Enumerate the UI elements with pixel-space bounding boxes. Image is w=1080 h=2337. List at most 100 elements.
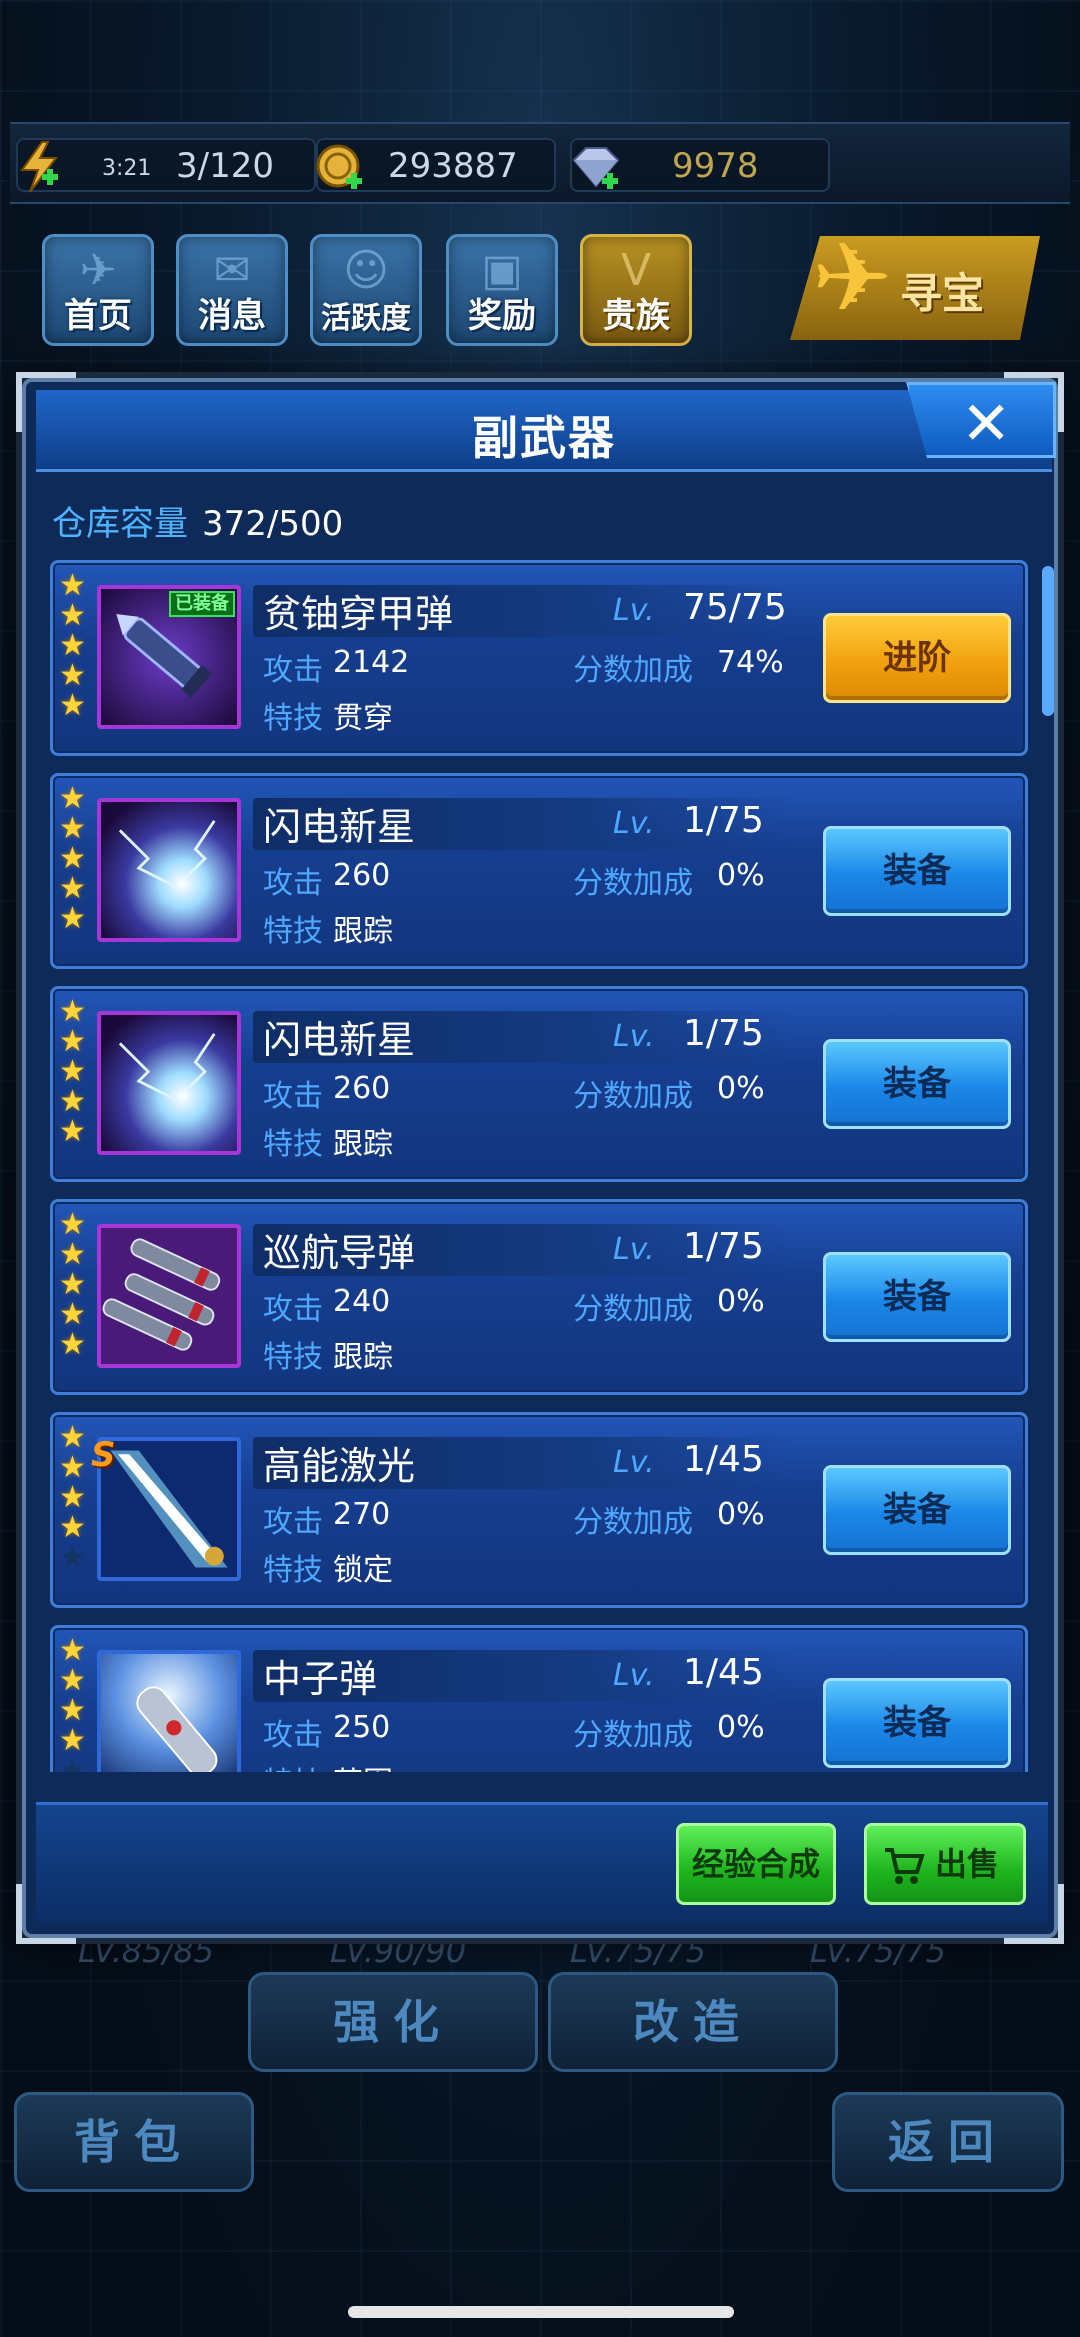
level-label: Lv. bbox=[613, 1232, 655, 1267]
modify-button[interactable]: 改造 bbox=[548, 1972, 838, 2072]
weapon-card[interactable]: ★ ★ ★ ★ ★ 已装备 贫铀穿甲弹 Lv. 75/75 攻击 2142 分数… bbox=[50, 560, 1028, 756]
bonus-label: 分数加成 bbox=[573, 1292, 693, 1327]
weapon-card[interactable]: ★ ★ ★ ★ ★ 巡航导弹 Lv. 1/75 攻击 240 分数加成 0% 特… bbox=[50, 1199, 1028, 1395]
attack-value: 2142 bbox=[333, 645, 410, 680]
bonus-value: 0% bbox=[717, 1284, 765, 1319]
star-icon: ★ bbox=[59, 1207, 86, 1242]
enhance-button[interactable]: 强化 bbox=[248, 1972, 538, 2072]
nav-home[interactable]: ✈ 首页 bbox=[42, 234, 154, 346]
bonus-value: 0% bbox=[717, 1710, 765, 1745]
weapon-level: 1/75 bbox=[683, 1226, 764, 1267]
equip-button[interactable]: 装备 bbox=[823, 1678, 1011, 1768]
bonus-label: 分数加成 bbox=[573, 1079, 693, 1114]
weapon-list: ★ ★ ★ ★ ★ 已装备 贫铀穿甲弹 Lv. 75/75 攻击 2142 分数… bbox=[50, 560, 1028, 1772]
attack-label: 攻击 bbox=[263, 1079, 323, 1114]
back-button[interactable]: 返回 bbox=[832, 2092, 1064, 2192]
star-icon: ★ bbox=[59, 841, 86, 876]
equip-label: 装备 bbox=[883, 1064, 951, 1104]
exp-merge-button[interactable]: 经验合成 bbox=[676, 1823, 836, 1905]
secondary-weapon-dialog: 副武器 ✕ 仓库容量 372/500 ★ ★ ★ ★ ★ 已装备 贫铀穿甲弹 L… bbox=[16, 372, 1064, 1944]
nav-vip[interactable]: V 贵族 bbox=[580, 234, 692, 346]
attack-label: 攻击 bbox=[263, 866, 323, 901]
attack-label: 攻击 bbox=[263, 1292, 323, 1327]
level-label: Lv. bbox=[613, 1019, 655, 1054]
weapon-name: 巡航导弹 bbox=[263, 1231, 416, 1275]
cart-icon bbox=[885, 1848, 925, 1884]
level-label: Lv. bbox=[613, 1445, 655, 1480]
nav-activity[interactable]: ☺ 活跃度 bbox=[310, 234, 422, 346]
weapon-card[interactable]: ★★★★★ 中子弹 Lv. 1/45 攻击 250 分数加成 0% 特技 bbox=[50, 1625, 1028, 1772]
jet-icon: ✈ bbox=[812, 222, 893, 334]
list-scrollbar[interactable] bbox=[1042, 566, 1054, 716]
backpack-button[interactable]: 背包 bbox=[14, 2092, 254, 2192]
modify-label: 改造 bbox=[633, 1995, 753, 2049]
face-badge-icon: ☺ bbox=[343, 245, 389, 296]
weapon-card[interactable]: ★ ★ ★ ★ ★ S 高能激光 Lv. 1/45 攻击 270 分数加成 0% 特技 … bbox=[50, 1412, 1028, 1608]
star-icon: ★ bbox=[59, 1663, 86, 1698]
star-icon: ★ bbox=[59, 1084, 86, 1119]
weapon-thumbnail: 已装备 bbox=[97, 585, 241, 729]
lightning-nova-icon bbox=[101, 1015, 237, 1151]
attack-value: 250 bbox=[333, 1710, 391, 1745]
nav-vip-label: 贵族 bbox=[602, 296, 670, 336]
nav-rewards[interactable]: ▣ 奖励 bbox=[446, 234, 558, 346]
equip-label: 装备 bbox=[883, 851, 951, 891]
coin-value: 293887 bbox=[388, 146, 518, 186]
skill-value: 贯穿 bbox=[333, 701, 393, 736]
star-icon: ★ bbox=[59, 1633, 86, 1668]
star-empty-icon: ★ bbox=[59, 1540, 86, 1575]
equip-label: 装备 bbox=[883, 1490, 951, 1530]
skill-value: 锁定 bbox=[333, 1553, 393, 1588]
equip-label: 装备 bbox=[883, 1277, 951, 1317]
sell-button[interactable]: 出售 bbox=[864, 1823, 1026, 1905]
star-icon: ★ bbox=[59, 871, 86, 906]
equip-button[interactable]: 装备 bbox=[823, 826, 1011, 916]
star-rating: ★ ★ ★ ★ ★ bbox=[59, 1210, 89, 1360]
treasure-button[interactable]: ✈ 寻宝 bbox=[790, 236, 1040, 340]
weapon-card[interactable]: ★ ★ ★ ★ ★ 闪电新星 Lv. 1/75 攻击 260 分数加成 0% 特技 跟踪 bbox=[50, 773, 1028, 969]
weapon-card[interactable]: ★ ★ ★ ★ ★ 闪电新星 Lv. 1/75 攻击 260 分数加成 0% 特技 跟踪 bbox=[50, 986, 1028, 1182]
backpack-label: 背包 bbox=[74, 2115, 194, 2169]
level-label: Lv. bbox=[613, 593, 655, 628]
bonus-value: 74% bbox=[717, 645, 784, 680]
skill-value: 跟踪 bbox=[333, 1340, 393, 1375]
attack-value: 240 bbox=[333, 1284, 391, 1319]
lightning-icon bbox=[20, 141, 59, 193]
star-rating: ★ ★ ★ ★ ★ bbox=[59, 1633, 89, 1773]
weapon-thumbnail bbox=[97, 798, 241, 942]
home-indicator[interactable] bbox=[348, 2306, 734, 2318]
attack-label: 攻击 bbox=[263, 1718, 323, 1753]
skill-value: 跟踪 bbox=[333, 914, 393, 949]
advance-label: 进阶 bbox=[883, 638, 951, 678]
star-icon: ★ bbox=[59, 658, 86, 693]
star-icon: ★ bbox=[59, 901, 86, 936]
nav-messages[interactable]: ✉ 消息 bbox=[176, 234, 288, 346]
skill-value: 范围 bbox=[333, 1758, 393, 1772]
nav-rewards-label: 奖励 bbox=[468, 296, 536, 336]
star-icon: ★ bbox=[59, 1297, 86, 1332]
weapon-thumbnail bbox=[97, 1650, 241, 1772]
skill-label: 特技 bbox=[263, 1758, 323, 1772]
bonus-label: 分数加成 bbox=[573, 1505, 693, 1540]
skill-label: 特技 bbox=[263, 1553, 323, 1588]
weapon-level: 75/75 bbox=[683, 587, 787, 628]
skill-value: 跟踪 bbox=[333, 1127, 393, 1162]
capacity-label: 仓库容量 bbox=[52, 504, 188, 544]
equip-button[interactable]: 装备 bbox=[823, 1465, 1011, 1555]
close-button[interactable]: ✕ bbox=[906, 382, 1056, 458]
storage-capacity: 仓库容量 372/500 bbox=[52, 496, 343, 545]
equip-button[interactable]: 装备 bbox=[823, 1252, 1011, 1342]
star-empty-icon: ★ bbox=[59, 1753, 86, 1773]
energy-value: 3/120 bbox=[176, 146, 274, 186]
star-icon: ★ bbox=[59, 1450, 86, 1485]
advance-button[interactable]: 进阶 bbox=[823, 613, 1011, 703]
weapon-level: 1/45 bbox=[683, 1652, 764, 1693]
equip-label: 装备 bbox=[883, 1703, 951, 1743]
dialog-title: 副武器 bbox=[472, 411, 616, 465]
skill-label: 特技 bbox=[263, 914, 323, 949]
equip-button[interactable]: 装备 bbox=[823, 1039, 1011, 1129]
star-icon: ★ bbox=[59, 994, 86, 1029]
bonus-label: 分数加成 bbox=[573, 866, 693, 901]
star-icon: ★ bbox=[59, 1024, 86, 1059]
skill-label: 特技 bbox=[263, 1127, 323, 1162]
